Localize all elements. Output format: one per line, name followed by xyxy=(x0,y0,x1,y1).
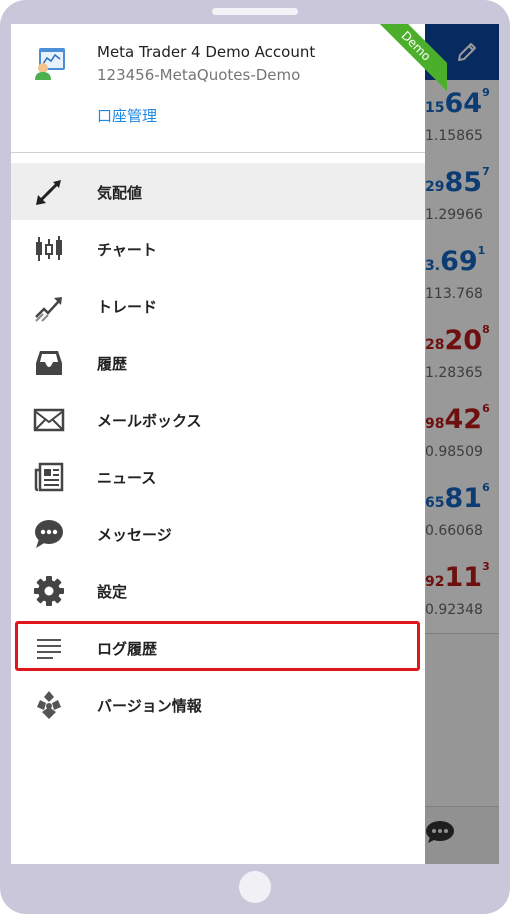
screen: 15649 1.15865 29857 1.29966 3.691 113.76… xyxy=(11,24,499,864)
menu-label: チャート xyxy=(97,241,157,259)
home-button[interactable] xyxy=(239,871,271,903)
menu-label: 設定 xyxy=(97,583,128,601)
menu-item-news[interactable]: ニュース xyxy=(11,448,425,505)
gear-icon xyxy=(34,576,64,606)
inbox-icon xyxy=(36,351,62,375)
menu-item-chart[interactable]: チャート xyxy=(11,220,425,277)
chat-icon xyxy=(35,520,63,548)
menu-label: トレード xyxy=(97,298,158,316)
trend-icon xyxy=(35,297,62,322)
menu-label: ニュース xyxy=(97,469,157,487)
about-icon xyxy=(37,691,61,719)
account-title: Meta Trader 4 Demo Account xyxy=(97,43,316,61)
menu-item-trade[interactable]: トレード xyxy=(11,277,425,334)
menu-label: メッセージ xyxy=(97,526,172,544)
account-avatar-icon xyxy=(35,48,65,80)
phone-speaker xyxy=(212,8,298,15)
menu-label: 履歴 xyxy=(97,355,128,373)
account-server: 123456-MetaQuotes-Demo xyxy=(97,66,301,84)
menu-label: バージョン情報 xyxy=(97,697,202,715)
menu-label: メールボックス xyxy=(97,412,202,430)
highlight-box xyxy=(15,621,420,671)
menu-item-history[interactable]: 履歴 xyxy=(11,334,425,391)
menu-item-mailbox[interactable]: メールボックス xyxy=(11,391,425,448)
menu-item-messages[interactable]: メッセージ xyxy=(11,505,425,562)
navigation-drawer: Demo Meta Trader 4 Demo Account 123456-M… xyxy=(11,24,447,864)
arrows-icon xyxy=(36,180,61,205)
mail-icon xyxy=(33,408,65,432)
candlestick-icon xyxy=(36,236,62,261)
phone-frame: 15649 1.15865 29857 1.29966 3.691 113.76… xyxy=(0,0,510,914)
menu-item-settings[interactable]: 設定 xyxy=(11,562,425,619)
menu-label: 気配値 xyxy=(97,184,143,202)
manage-accounts-link[interactable]: 口座管理 xyxy=(97,105,157,126)
divider xyxy=(11,152,425,153)
news-icon xyxy=(34,462,64,492)
menu-item-quotes[interactable]: 気配値 xyxy=(11,163,425,220)
menu-item-about[interactable]: バージョン情報 xyxy=(11,676,425,733)
demo-ribbon: Demo xyxy=(367,24,447,94)
demo-badge: Demo xyxy=(370,24,447,92)
